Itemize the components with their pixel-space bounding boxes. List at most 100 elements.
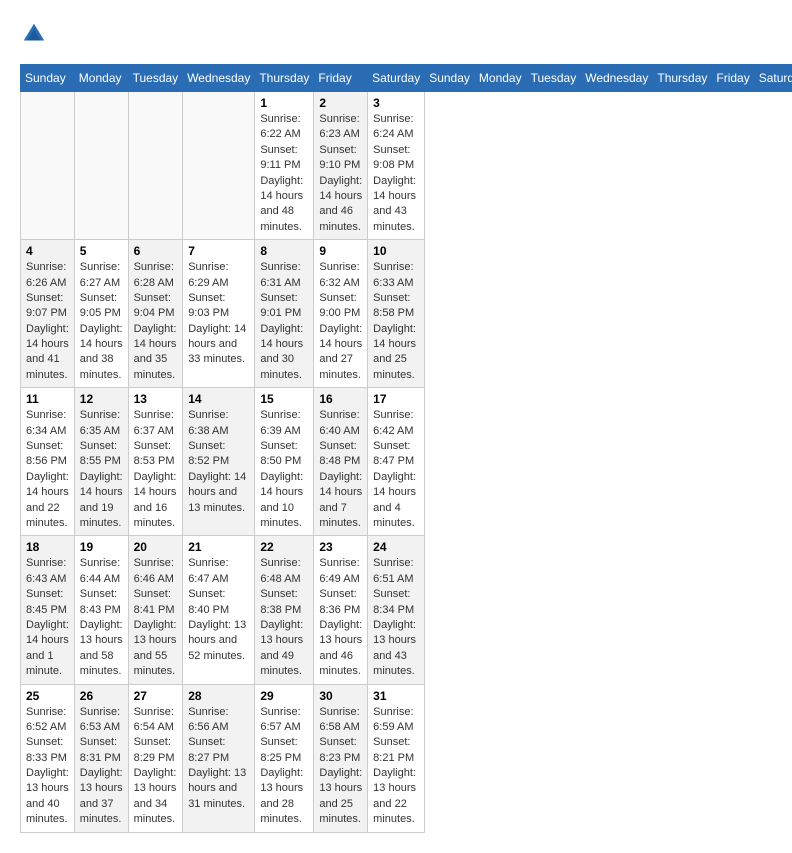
day-number: 15 — [260, 392, 308, 406]
day-info: Sunrise: 6:28 AM Sunset: 9:04 PM Dayligh… — [134, 260, 178, 383]
day-info: Sunrise: 6:46 AM Sunset: 8:41 PM Dayligh… — [134, 556, 178, 679]
day-info: Sunrise: 6:52 AM Sunset: 8:33 PM Dayligh… — [26, 705, 69, 828]
calendar-day-cell: 3 Sunrise: 6:24 AM Sunset: 9:08 PM Daylig… — [368, 92, 425, 240]
calendar-day-cell: 11 Sunrise: 6:34 AM Sunset: 8:56 PM Dayli… — [21, 388, 75, 536]
weekday-header-friday: Friday — [712, 65, 754, 92]
logo — [20, 20, 52, 48]
day-number: 31 — [373, 689, 419, 703]
weekday-header-saturday: Saturday — [368, 65, 425, 92]
calendar-week-1: 1Sunrise: 6:22 AM Sunset: 9:11 PM Daylig… — [21, 92, 792, 240]
day-info: Sunrise: 6:49 AM Sunset: 8:36 PM Dayligh… — [319, 556, 362, 679]
weekday-header-sunday: Sunday — [425, 65, 475, 92]
calendar-day-cell: 25Sunrise: 6:52 AM Sunset: 8:33 PM Dayli… — [21, 684, 75, 832]
day-info: Sunrise: 6:57 AM Sunset: 8:25 PM Dayligh… — [260, 705, 308, 828]
day-number: 19 — [80, 540, 123, 554]
day-number: 24 — [373, 540, 419, 554]
day-info: Sunrise: 6:34 AM Sunset: 8:56 PM Dayligh… — [26, 408, 69, 531]
calendar-day-cell: 7Sunrise: 6:29 AM Sunset: 9:03 PM Daylig… — [183, 240, 255, 388]
day-number: 27 — [134, 689, 178, 703]
calendar-day-cell: 13Sunrise: 6:37 AM Sunset: 8:53 PM Dayli… — [128, 388, 183, 536]
calendar-day-cell: 14 Sunrise: 6:38 AM Sunset: 8:52 PM Dayli… — [183, 388, 255, 536]
day-info: Sunrise: 6:44 AM Sunset: 8:43 PM Dayligh… — [80, 556, 123, 679]
calendar-day-cell: 27Sunrise: 6:54 AM Sunset: 8:29 PM Dayli… — [128, 684, 183, 832]
day-number: 14 — [188, 392, 249, 406]
calendar-day-cell: 31 Sunrise: 6:59 AM Sunset: 8:21 PM Dayli… — [368, 684, 425, 832]
day-info: Sunrise: 6:29 AM Sunset: 9:03 PM Dayligh… — [188, 260, 249, 368]
calendar-week-2: 4 Sunrise: 6:26 AM Sunset: 9:07 PM Daylig… — [21, 240, 792, 388]
calendar-day-cell — [21, 92, 75, 240]
weekday-header-sunday: Sunday — [21, 65, 75, 92]
day-info: Sunrise: 6:37 AM Sunset: 8:53 PM Dayligh… — [134, 408, 178, 531]
day-info: Sunrise: 6:40 AM Sunset: 8:48 PM Dayligh… — [319, 408, 362, 531]
calendar-day-cell: 10 Sunrise: 6:33 AM Sunset: 8:58 PM Dayli… — [368, 240, 425, 388]
weekday-header-monday: Monday — [74, 65, 128, 92]
day-number: 29 — [260, 689, 308, 703]
calendar-day-cell: 21Sunrise: 6:47 AM Sunset: 8:40 PM Dayli… — [183, 536, 255, 684]
calendar-day-cell: 12 Sunrise: 6:35 AM Sunset: 8:55 PM Dayli… — [74, 388, 128, 536]
logo-icon — [20, 20, 48, 48]
calendar-week-5: 25Sunrise: 6:52 AM Sunset: 8:33 PM Dayli… — [21, 684, 792, 832]
calendar-day-cell: 17 Sunrise: 6:42 AM Sunset: 8:47 PM Dayli… — [368, 388, 425, 536]
day-number: 10 — [373, 244, 419, 258]
calendar-day-cell: 18Sunrise: 6:43 AM Sunset: 8:45 PM Dayli… — [21, 536, 75, 684]
day-number: 30 — [319, 689, 362, 703]
day-info: Sunrise: 6:59 AM Sunset: 8:21 PM Dayligh… — [373, 705, 419, 828]
calendar-week-4: 18Sunrise: 6:43 AM Sunset: 8:45 PM Dayli… — [21, 536, 792, 684]
calendar-table: SundayMondayTuesdayWednesdayThursdayFrid… — [20, 64, 792, 833]
page-header — [20, 20, 772, 48]
weekday-header-wednesday: Wednesday — [581, 65, 653, 92]
calendar-day-cell: 26Sunrise: 6:53 AM Sunset: 8:31 PM Dayli… — [74, 684, 128, 832]
calendar-day-cell — [128, 92, 183, 240]
day-number: 22 — [260, 540, 308, 554]
calendar-week-3: 11 Sunrise: 6:34 AM Sunset: 8:56 PM Dayli… — [21, 388, 792, 536]
calendar-day-cell: 2Sunrise: 6:23 AM Sunset: 9:10 PM Daylig… — [314, 92, 368, 240]
weekday-header-tuesday: Tuesday — [128, 65, 183, 92]
day-info: Sunrise: 6:58 AM Sunset: 8:23 PM Dayligh… — [319, 705, 362, 828]
calendar-day-cell: 30 Sunrise: 6:58 AM Sunset: 8:23 PM Dayli… — [314, 684, 368, 832]
calendar-day-cell: 16 Sunrise: 6:40 AM Sunset: 8:48 PM Dayli… — [314, 388, 368, 536]
calendar-day-cell: 28Sunrise: 6:56 AM Sunset: 8:27 PM Dayli… — [183, 684, 255, 832]
day-number: 20 — [134, 540, 178, 554]
day-number: 23 — [319, 540, 362, 554]
calendar-day-cell: 20 Sunrise: 6:46 AM Sunset: 8:41 PM Dayli… — [128, 536, 183, 684]
calendar-day-cell: 22Sunrise: 6:48 AM Sunset: 8:38 PM Dayli… — [255, 536, 314, 684]
calendar-day-cell: 6 Sunrise: 6:28 AM Sunset: 9:04 PM Daylig… — [128, 240, 183, 388]
weekday-header-thursday: Thursday — [255, 65, 314, 92]
day-number: 6 — [134, 244, 178, 258]
calendar-day-cell — [183, 92, 255, 240]
day-number: 2 — [319, 96, 362, 110]
day-number: 11 — [26, 392, 69, 406]
day-info: Sunrise: 6:42 AM Sunset: 8:47 PM Dayligh… — [373, 408, 419, 531]
day-info: Sunrise: 6:22 AM Sunset: 9:11 PM Dayligh… — [260, 112, 308, 235]
day-number: 12 — [80, 392, 123, 406]
day-info: Sunrise: 6:32 AM Sunset: 9:00 PM Dayligh… — [319, 260, 362, 383]
day-info: Sunrise: 6:24 AM Sunset: 9:08 PM Dayligh… — [373, 112, 419, 235]
day-number: 5 — [80, 244, 123, 258]
calendar-day-cell: 1Sunrise: 6:22 AM Sunset: 9:11 PM Daylig… — [255, 92, 314, 240]
weekday-header-saturday: Saturday — [754, 65, 792, 92]
day-info: Sunrise: 6:38 AM Sunset: 8:52 PM Dayligh… — [188, 408, 249, 516]
day-number: 8 — [260, 244, 308, 258]
calendar-day-cell: 9Sunrise: 6:32 AM Sunset: 9:00 PM Daylig… — [314, 240, 368, 388]
day-info: Sunrise: 6:53 AM Sunset: 8:31 PM Dayligh… — [80, 705, 123, 828]
calendar-day-cell: 23 Sunrise: 6:49 AM Sunset: 8:36 PM Dayli… — [314, 536, 368, 684]
calendar-day-cell: 19 Sunrise: 6:44 AM Sunset: 8:43 PM Dayli… — [74, 536, 128, 684]
day-number: 3 — [373, 96, 419, 110]
day-number: 21 — [188, 540, 249, 554]
calendar-day-cell: 4 Sunrise: 6:26 AM Sunset: 9:07 PM Daylig… — [21, 240, 75, 388]
day-info: Sunrise: 6:35 AM Sunset: 8:55 PM Dayligh… — [80, 408, 123, 531]
day-info: Sunrise: 6:43 AM Sunset: 8:45 PM Dayligh… — [26, 556, 69, 679]
day-number: 28 — [188, 689, 249, 703]
day-number: 17 — [373, 392, 419, 406]
day-number: 16 — [319, 392, 362, 406]
day-info: Sunrise: 6:26 AM Sunset: 9:07 PM Dayligh… — [26, 260, 69, 383]
day-info: Sunrise: 6:31 AM Sunset: 9:01 PM Dayligh… — [260, 260, 308, 383]
day-info: Sunrise: 6:51 AM Sunset: 8:34 PM Dayligh… — [373, 556, 419, 679]
calendar-day-cell: 8 Sunrise: 6:31 AM Sunset: 9:01 PM Daylig… — [255, 240, 314, 388]
calendar-day-cell — [74, 92, 128, 240]
day-number: 4 — [26, 244, 69, 258]
weekday-header-wednesday: Wednesday — [183, 65, 255, 92]
calendar-day-cell: 29 Sunrise: 6:57 AM Sunset: 8:25 PM Dayli… — [255, 684, 314, 832]
weekday-header-monday: Monday — [474, 65, 526, 92]
day-info: Sunrise: 6:33 AM Sunset: 8:58 PM Dayligh… — [373, 260, 419, 383]
